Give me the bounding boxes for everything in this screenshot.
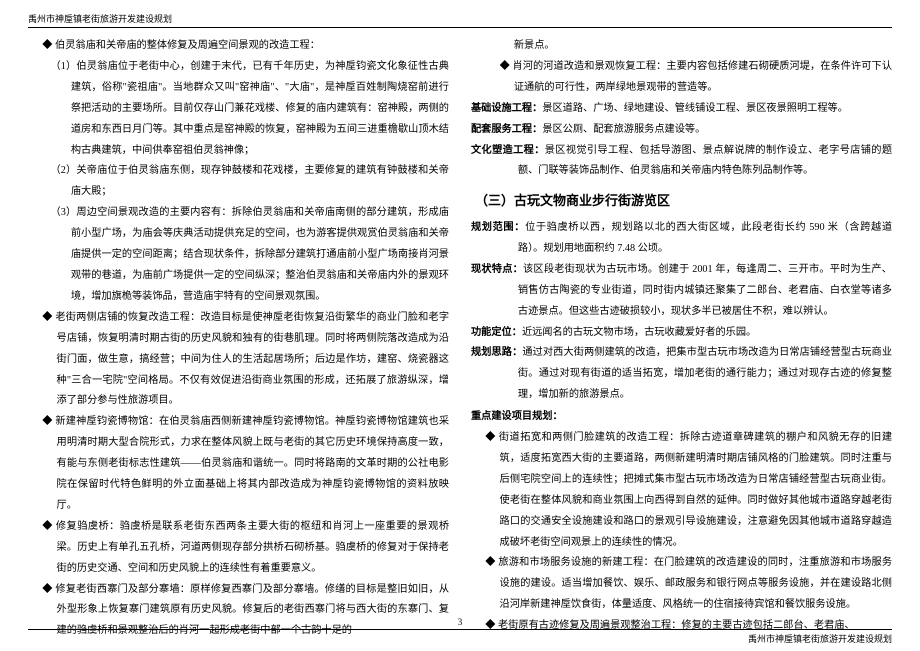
page-footer: 3 禹州市神垕镇老街旅游开发建设规划 — [28, 617, 892, 645]
r-kv2-val: 该区段老街现状为古玩市场。创建于 2001 年，每逢周二、三开市。平时为生产、销… — [518, 264, 892, 317]
left-n1: （1）伯灵翁庙位于老街中心，创建于末代，已有千年历史，为神垕钧瓷文化象征性古典建… — [28, 57, 449, 162]
r-kv2: 现状特点：该区段老街现状为古玩市场。创建于 2001 年，每逢周二、三开市。平时… — [471, 260, 892, 323]
r-kv2-key: 现状特点： — [471, 264, 523, 275]
left-d2: 老街两侧店铺的恢复改造工程：改造目标是使神垕老街恢复沿街繁华的商业门脸和老字号店… — [28, 308, 449, 413]
right-d1: 街道拓宽和两侧门脸建筑的改造工程：拆除古迹道章碑建筑的棚户和风貌无存的旧建筑，适… — [471, 428, 892, 553]
r-kv3-key: 功能定位： — [471, 327, 522, 338]
r-kv3-val: 近远闻名的古玩文物市场，古玩收藏爱好者的乐园。 — [522, 327, 756, 338]
r-kv4-key: 规划思路： — [471, 347, 522, 358]
kv3-key: 文化塑造工程： — [471, 145, 545, 156]
content-columns: 伯灵翁庙和关帝庙的整体修复及周遍空间景观的改造工程： （1）伯灵翁庙位于老街中心… — [28, 36, 892, 606]
r-kv1-key: 规划范围： — [471, 222, 525, 233]
subhead-key-projects: 重点建设项目规划： — [471, 407, 892, 428]
section-heading-3: （三）古玩文物商业步行街游览区 — [475, 188, 892, 215]
r-kv3: 功能定位：近远闻名的古玩文物市场，古玩收藏爱好者的乐园。 — [471, 323, 892, 344]
header-title: 禹州市神垕镇老街旅游开发建设规划 — [28, 12, 892, 25]
right-d-top: 肖河的河道改造和景观恢复工程：主要内容包括修建石砌硬质河堤，在条件许可下认证通航… — [471, 57, 892, 99]
kv2-key: 配套服务工程： — [471, 124, 542, 135]
left-d3: 新建神垕钧瓷博物馆：在伯灵翁庙西侧新建神垕钧瓷博物馆。神垕钧瓷博物馆建筑也采用明… — [28, 412, 449, 517]
right-kv2: 配套服务工程：景区公厕、配套旅游服务点建设等。 — [471, 120, 892, 141]
page-number: 3 — [28, 617, 892, 627]
page-header: 禹州市神垕镇老街旅游开发建设规划 — [28, 12, 892, 28]
left-n3: （3）周边空间景观改造的主要内容有：拆除伯灵翁庙和关帝庙南侧的部分建筑，形成庙前… — [28, 203, 449, 308]
r-kv1: 规划范围：位于驺虞桥以西，规划路以北的西大街区域，此段老街长约 590 米（含跨… — [471, 218, 892, 260]
right-column: 新景点。 肖河的河道改造和景观恢复工程：主要内容包括修建石砌硬质河堤，在条件许可… — [471, 36, 892, 606]
r-kv1-val: 位于驺虞桥以西，规划路以北的西大街区域，此段老街长约 590 米（含跨越道路）。… — [518, 222, 892, 254]
right-kv3: 文化塑造工程：景区视觉引导工程、包括导游图、景点解说牌的制作设立、老字号店铺的题… — [471, 141, 892, 183]
kv1-key: 基础设施工程： — [471, 103, 542, 114]
right-top-cont: 新景点。 — [471, 36, 892, 57]
left-d1: 伯灵翁庙和关帝庙的整体修复及周遍空间景观的改造工程： — [28, 36, 449, 57]
left-d4: 修复驺虞桥：驺虞桥是联系老街东西两条主要大街的枢纽和肖河上一座重要的景观桥梁。历… — [28, 517, 449, 580]
footer-rule — [28, 629, 892, 630]
page: 禹州市神垕镇老街旅游开发建设规划 伯灵翁庙和关帝庙的整体修复及周遍空间景观的改造… — [0, 0, 920, 651]
left-n2: （2）关帝庙位于伯灵翁庙东侧，现存钟鼓楼和花戏楼，主要修复的建筑有钟鼓楼和关帝庙… — [28, 161, 449, 203]
r-kv4: 规划思路：通过对西大街两侧建筑的改造，把集市型古玩市场改造为日常店铺经营型古玩商… — [471, 343, 892, 406]
right-kv1: 基础设施工程：景区道路、广场、绿地建设、管线铺设工程、景区夜景照明工程等。 — [471, 99, 892, 120]
footer-title: 禹州市神垕镇老街旅游开发建设规划 — [28, 632, 892, 645]
kv3-val: 景区视觉引导工程、包括导游图、景点解说牌的制作设立、老字号店铺的题额、门联等装饰… — [518, 145, 892, 177]
left-column: 伯灵翁庙和关帝庙的整体修复及周遍空间景观的改造工程： （1）伯灵翁庙位于老街中心… — [28, 36, 449, 606]
kv2-val: 景区公厕、配套旅游服务点建设等。 — [542, 124, 705, 135]
kv1-val: 景区道路、广场、绿地建设、管线铺设工程、景区夜景照明工程等。 — [542, 103, 848, 114]
r-kv4-val: 通过对西大街两侧建筑的改造，把集市型古玩市场改造为日常店铺经营型古玩商业街。通过… — [518, 347, 892, 400]
right-d2: 旅游和市场服务设施的新建工程：在门脸建筑的改造建设的同时，注重旅游和市场服务设施… — [471, 553, 892, 616]
